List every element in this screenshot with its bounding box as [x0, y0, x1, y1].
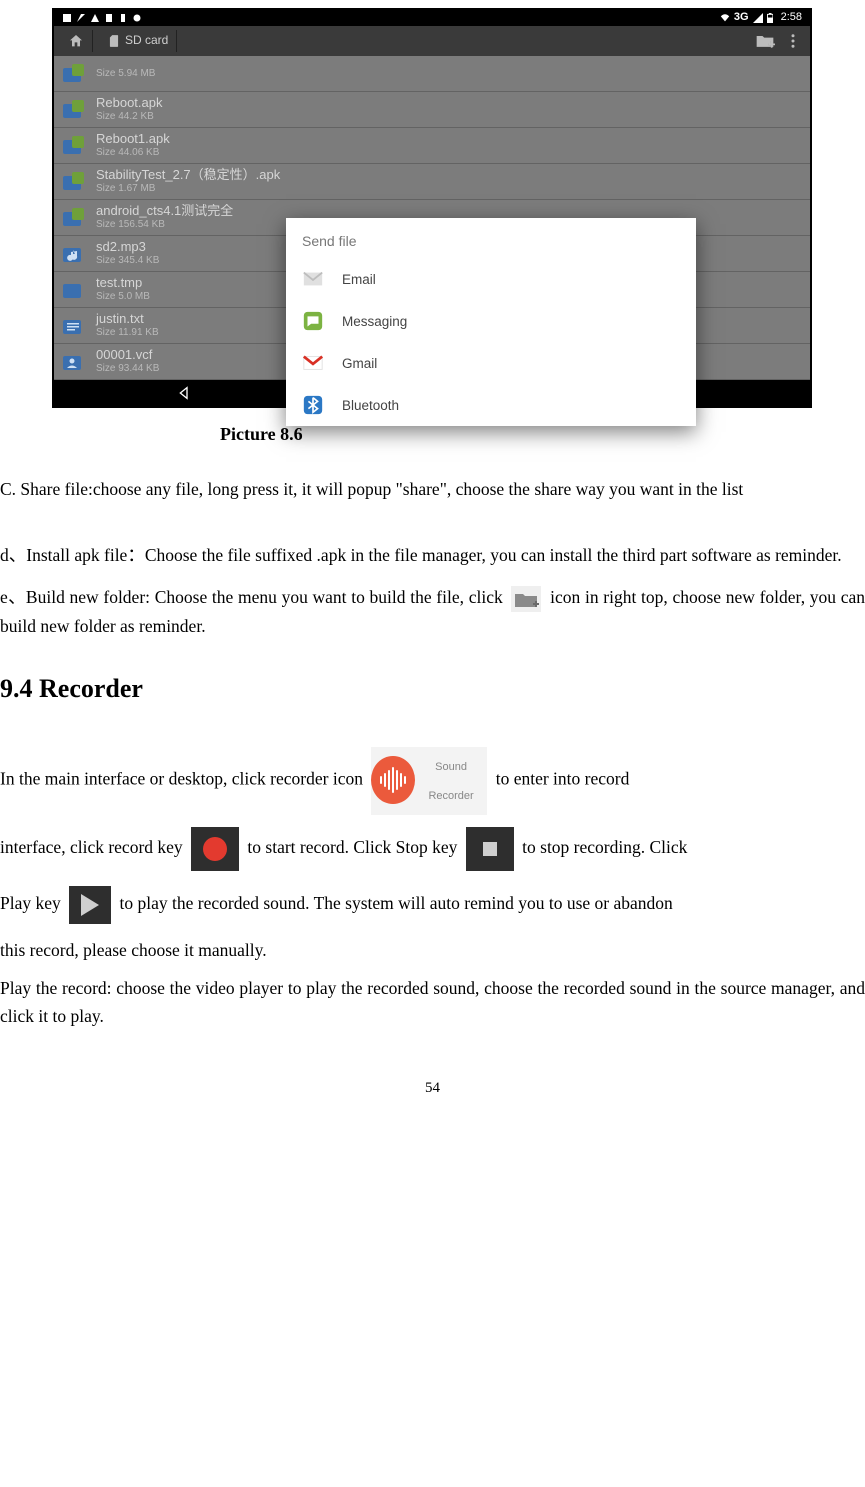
text-icon: [60, 313, 86, 339]
network-label: 3G: [734, 9, 749, 27]
usb-debug-icon: [132, 13, 142, 23]
share-option-email[interactable]: Email: [286, 258, 696, 300]
file-icon: [60, 277, 86, 303]
back-button[interactable]: [176, 384, 194, 402]
file-name: StabilityTest_2.7（稳定性）.apk: [96, 168, 280, 183]
battery-icon: [767, 13, 777, 23]
share-option-label: Gmail: [342, 353, 377, 375]
status-icon: [118, 13, 128, 23]
share-option-messaging[interactable]: Messaging: [286, 300, 696, 342]
breadcrumb-sdcard[interactable]: SD card: [99, 30, 177, 52]
file-size: Size 11.91 KB: [96, 327, 159, 339]
text: to play the recorded sound. The system w…: [120, 893, 673, 913]
apk-icon: [60, 169, 86, 195]
file-name: android_cts4.1测试完全: [96, 204, 233, 219]
page-number: 54: [0, 1076, 865, 1100]
file-name: 00001.vcf: [96, 348, 159, 363]
file-name: Reboot.apk: [96, 96, 163, 111]
breadcrumb-label: SD card: [125, 31, 168, 50]
file-name: test.tmp: [96, 276, 150, 291]
file-row[interactable]: Size 5.94 MB: [54, 56, 810, 92]
vcf-icon: [60, 349, 86, 375]
clock-label: 2:58: [781, 9, 802, 27]
paragraph-recorder-4: this record, please choose it manually.: [0, 936, 865, 964]
play-button-icon: [69, 886, 111, 924]
paragraph-newfolder: e、Build new folder: Choose the menu you …: [0, 583, 865, 640]
status-bar: 3G 2:58: [54, 10, 810, 26]
device-screenshot: 3G 2:58 SD card: [52, 8, 812, 408]
status-icon: [90, 13, 100, 23]
share-option-label: Bluetooth: [342, 395, 399, 417]
share-option-gmail[interactable]: Gmail: [286, 342, 696, 384]
share-option-label: Messaging: [342, 311, 407, 333]
file-size: Size 156.54 KB: [96, 219, 233, 231]
file-size: Size 93.44 KB: [96, 363, 159, 375]
overflow-menu-button[interactable]: [782, 30, 804, 52]
paragraph-install: d、Install apk file：Choose the file suffi…: [0, 541, 865, 569]
apk-icon: [60, 61, 86, 87]
file-row[interactable]: Reboot1.apkSize 44.06 KB: [54, 128, 810, 164]
signal-icon: [753, 13, 763, 23]
text: In the main interface or desktop, click …: [0, 769, 367, 789]
file-size: Size 44.2 KB: [96, 111, 163, 123]
apk-icon: [60, 133, 86, 159]
text: e、Build new folder: Choose the menu you …: [0, 587, 507, 607]
text: to enter into record: [496, 769, 630, 789]
new-folder-icon: [511, 586, 541, 612]
paragraph-recorder-3: Play key to play the recorded sound. The…: [0, 881, 865, 927]
file-name: justin.txt: [96, 312, 159, 327]
bluetooth-icon: [302, 394, 324, 416]
apk-icon: [60, 97, 86, 123]
share-option-label: Email: [342, 269, 376, 291]
file-row[interactable]: StabilityTest_2.7（稳定性）.apkSize 1.67 MB: [54, 164, 810, 200]
apk-icon: [60, 205, 86, 231]
dialog-title: Send file: [286, 218, 696, 258]
new-folder-button[interactable]: [754, 30, 776, 52]
file-size: Size 5.94 MB: [96, 68, 155, 80]
stop-button-icon: [466, 827, 514, 871]
section-heading: 9.4 Recorder: [0, 668, 865, 710]
wifi-icon: [720, 13, 730, 23]
paragraph-recorder-2: interface, click record key to start rec…: [0, 825, 865, 871]
file-name: sd2.mp3: [96, 240, 159, 255]
file-size: Size 345.4 KB: [96, 255, 159, 267]
file-size: Size 44.06 KB: [96, 147, 170, 159]
audio-icon: [60, 241, 86, 267]
sound-recorder-app-icon: Sound Recorder: [371, 747, 487, 814]
file-manager-toolbar: SD card: [54, 26, 810, 56]
email-icon: [302, 268, 324, 290]
app-label: Sound Recorder: [415, 753, 488, 810]
text: Play key: [0, 893, 65, 913]
paragraph-recorder-1: In the main interface or desktop, click …: [0, 747, 865, 814]
file-size: Size 1.67 MB: [96, 183, 280, 195]
record-button-icon: [191, 827, 239, 871]
text: to stop recording. Click: [522, 837, 687, 857]
send-file-dialog: Send file Email Messaging Gmail Bluetoot…: [286, 218, 696, 426]
gmail-icon: [302, 352, 324, 374]
file-size: Size 5.0 MB: [96, 291, 150, 303]
text: to start record. Click Stop key: [247, 837, 461, 857]
file-name: Reboot1.apk: [96, 132, 170, 147]
paragraph-share: C. Share file:choose any file, long pres…: [0, 475, 865, 503]
text: interface, click record key: [0, 837, 187, 857]
file-row[interactable]: Reboot.apkSize 44.2 KB: [54, 92, 810, 128]
breadcrumb-home[interactable]: [60, 30, 93, 52]
status-icon: [62, 13, 72, 23]
status-icon: [104, 13, 114, 23]
status-icon: [76, 13, 86, 23]
messaging-icon: [302, 310, 324, 332]
paragraph-recorder-5: Play the record: choose the video player…: [0, 974, 865, 1030]
share-option-bluetooth[interactable]: Bluetooth: [286, 384, 696, 426]
